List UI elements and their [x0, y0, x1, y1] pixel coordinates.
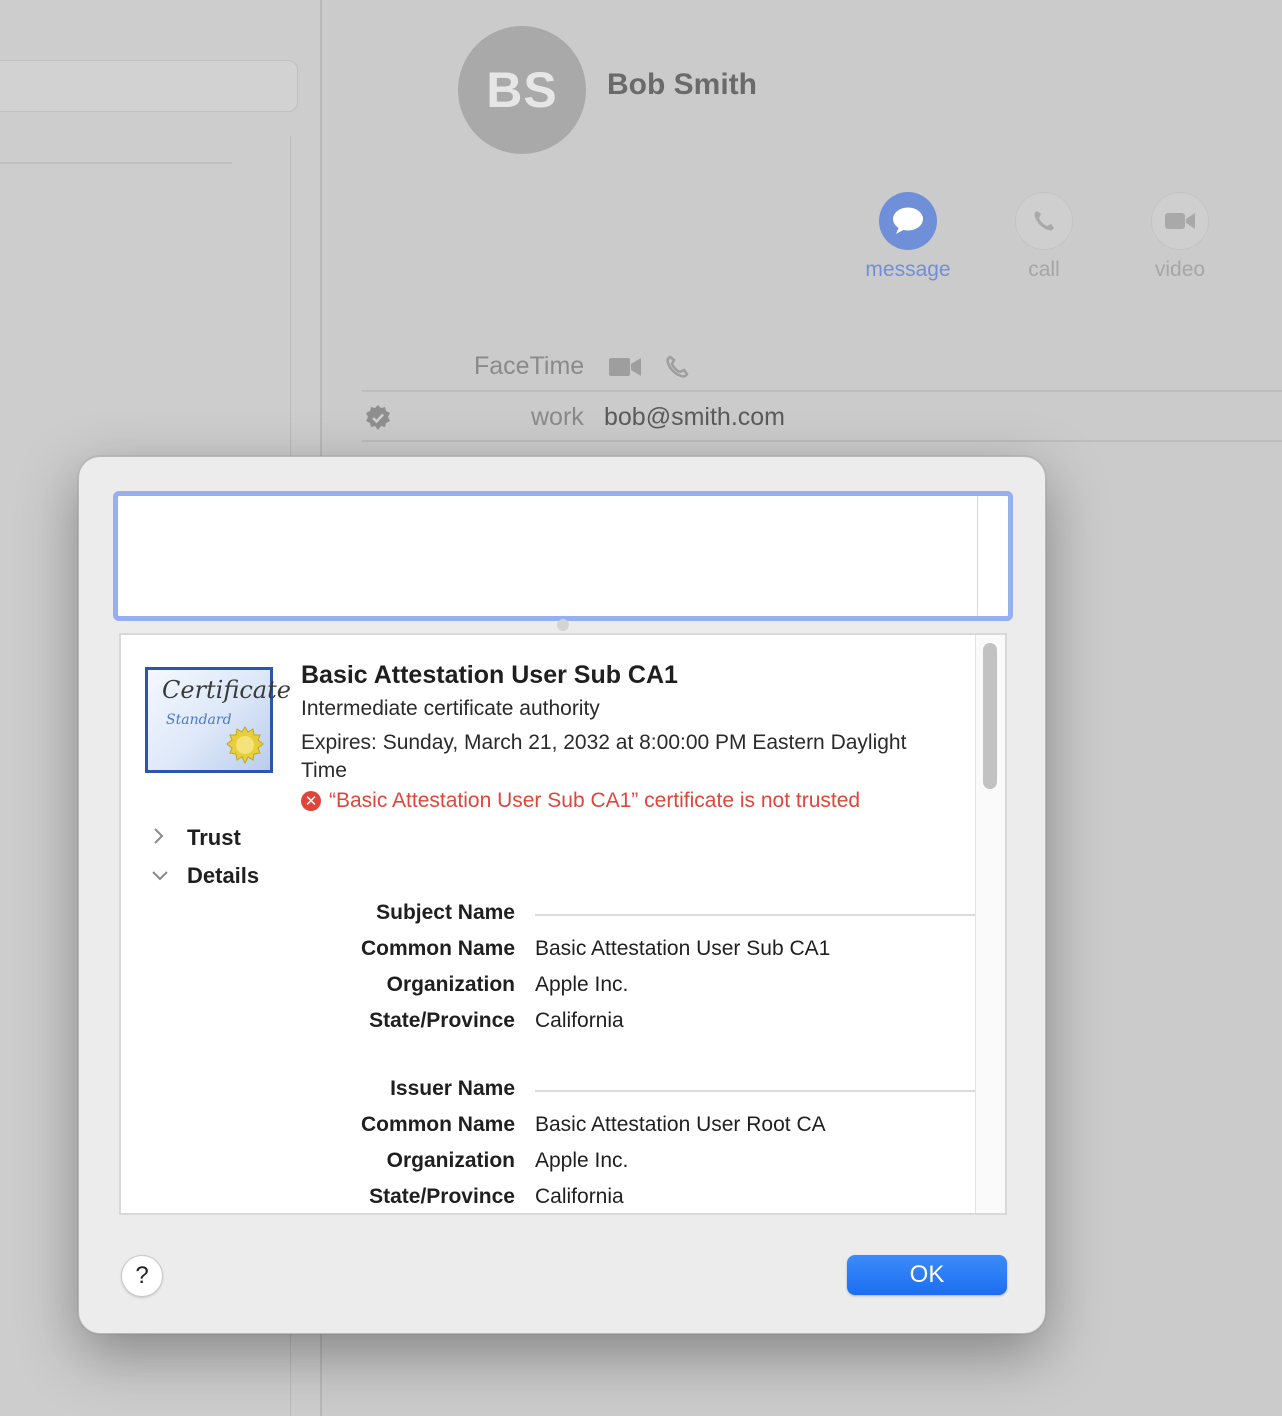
chevron-down-icon — [147, 866, 187, 887]
certificate-icon-subtitle: Standard — [166, 712, 232, 728]
facetime-label: FaceTime — [474, 352, 585, 380]
scrollbar-thumb[interactable] — [983, 643, 997, 789]
certificate-expiry: Expires: Sunday, March 21, 2032 at 8:00:… — [301, 731, 907, 782]
detail-key: Organization — [386, 1149, 515, 1172]
help-button[interactable]: ? — [121, 1255, 163, 1297]
detail-row: Organization Apple Inc. — [181, 973, 961, 1003]
message-action-label: message — [865, 258, 951, 281]
section-heading: Issuer Name — [390, 1077, 515, 1100]
detail-key: Organization — [386, 973, 515, 996]
phone-icon — [1015, 192, 1073, 250]
detail-value: Apple Inc. — [535, 973, 629, 996]
facetime-video-icon[interactable] — [608, 356, 642, 383]
certificate-icon: Certificate Standard — [145, 667, 291, 773]
certificate-dialog: Certificate Standard Basic Attestation U… — [78, 456, 1046, 1334]
trust-label: Trust — [187, 825, 241, 850]
error-x-icon: ✕ — [301, 791, 321, 811]
detail-value: Basic Attestation User Sub CA1 — [535, 937, 831, 960]
verified-badge-icon — [364, 404, 392, 432]
detail-key: Common Name — [360, 937, 515, 960]
certificate-detail-view[interactable]: Certificate Standard Basic Attestation U… — [119, 633, 1007, 1215]
message-bubble-icon — [879, 192, 937, 250]
message-action[interactable]: message — [853, 192, 963, 282]
detail-row: Common Name Basic Attestation User Sub C… — [181, 937, 961, 967]
video-action[interactable]: video — [1125, 192, 1235, 282]
call-action[interactable]: call — [989, 192, 1099, 282]
issuer-name-heading: Issuer Name — [181, 1077, 1005, 1107]
avatar-initials: BS — [486, 62, 558, 118]
field-separator — [362, 390, 1282, 392]
trust-warning-text: “Basic Attestation User Sub CA1” certifi… — [329, 789, 861, 812]
facetime-audio-icon[interactable] — [664, 354, 690, 385]
certificate-title: Basic Attestation User Sub CA1 — [301, 661, 678, 689]
list-scroll-divider — [977, 496, 978, 616]
detail-row: State/Province California — [181, 1185, 961, 1213]
call-action-label: call — [1028, 258, 1060, 281]
email-value[interactable]: bob@smith.com — [604, 403, 785, 432]
field-separator — [362, 440, 1282, 442]
avatar: BS — [458, 26, 586, 154]
section-divider — [535, 1090, 1005, 1092]
detail-value: Basic Attestation User Root CA — [535, 1113, 826, 1136]
video-camera-icon — [1151, 192, 1209, 250]
email-label: work — [531, 403, 584, 431]
contact-name: Bob Smith — [607, 68, 757, 101]
trust-warning: ✕ “Basic Attestation User Sub CA1” certi… — [301, 789, 860, 813]
ok-button[interactable]: OK — [847, 1255, 1007, 1295]
certificate-icon-title: Certificate — [162, 676, 291, 704]
detail-key: Common Name — [360, 1113, 515, 1136]
video-action-label: video — [1154, 258, 1206, 281]
detail-row: State/Province California — [181, 1009, 961, 1039]
detail-value: Apple Inc. — [535, 1149, 629, 1172]
detail-value: California — [535, 1185, 624, 1208]
split-view-handle[interactable] — [557, 619, 569, 631]
search-field[interactable] — [0, 60, 298, 112]
certificate-type: Intermediate certificate authority — [301, 697, 600, 720]
chevron-right-icon — [147, 827, 187, 850]
details-label: Details — [187, 863, 260, 888]
facetime-icons — [608, 354, 690, 385]
detail-row: Common Name Basic Attestation User Root … — [181, 1113, 961, 1143]
detail-key: State/Province — [369, 1009, 515, 1032]
list-separator — [0, 162, 232, 164]
detail-value: California — [535, 1009, 624, 1032]
details-disclosure[interactable]: Details — [147, 863, 259, 889]
subject-name-heading: Subject Name — [181, 901, 1005, 931]
detail-scrollbar[interactable] — [975, 635, 1005, 1213]
section-divider — [535, 914, 1005, 916]
section-heading: Subject Name — [376, 901, 515, 924]
detail-key: State/Province — [369, 1185, 515, 1208]
certificate-chain-list[interactable] — [113, 491, 1013, 621]
detail-row: Organization Apple Inc. — [181, 1149, 961, 1179]
trust-disclosure[interactable]: Trust — [147, 825, 241, 851]
seal-icon — [226, 726, 264, 764]
